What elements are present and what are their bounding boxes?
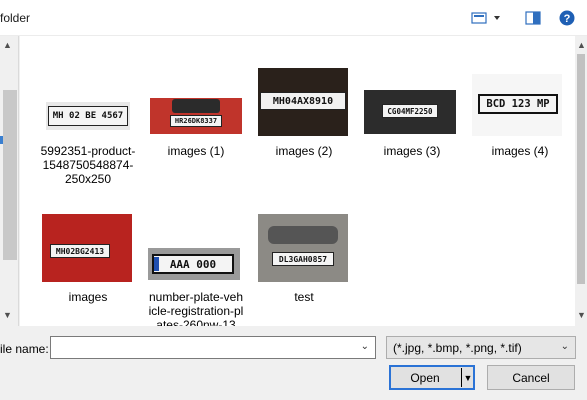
- plate-text: MH02BG2413: [50, 244, 110, 258]
- scroll-down-icon[interactable]: ▼: [577, 310, 586, 320]
- file-thumbnail: MH02BG2413: [40, 214, 136, 286]
- file-caption: 5992351-product-1548750548874-250x250: [40, 144, 136, 186]
- help-button[interactable]: ?: [556, 8, 578, 28]
- open-dropdown-icon[interactable]: ▼: [461, 368, 474, 387]
- cancel-button[interactable]: Cancel: [487, 365, 575, 390]
- file-item[interactable]: MH02BG2413 images: [40, 214, 136, 304]
- file-item[interactable]: MH04AX8910 images (2): [256, 68, 352, 158]
- folder-title-fragment: folder: [0, 11, 31, 25]
- file-item[interactable]: HR26DK8337 images (1): [148, 68, 244, 158]
- change-view-icon: [471, 12, 500, 24]
- plate-text: MH 02 BE 4567: [48, 106, 128, 126]
- file-name-combobox[interactable]: ⌄: [50, 336, 376, 359]
- plate-text: MH04AX8910: [260, 92, 346, 110]
- file-thumbnail: CG04MF2250: [364, 68, 460, 140]
- file-item[interactable]: BCD 123 MP images (4): [472, 68, 568, 158]
- nav-selection-marker: [0, 136, 3, 144]
- plate-text: AAA 000: [152, 254, 234, 274]
- file-type-filter[interactable]: (*.jpg, *.bmp, *.png, *.tif) ⌄: [386, 336, 576, 359]
- file-caption: test: [294, 290, 314, 304]
- file-thumbnail: BCD 123 MP: [472, 68, 568, 140]
- file-caption: number-plate-vehicle-registration-plates…: [148, 290, 244, 326]
- file-caption: images: [68, 290, 108, 304]
- svg-text:?: ?: [564, 13, 571, 25]
- file-caption: images (2): [275, 144, 333, 158]
- file-item[interactable]: DL3GAH0857 test: [256, 214, 352, 304]
- file-list-scrollbar[interactable]: ▲ ▼: [575, 36, 587, 326]
- change-view-button[interactable]: [466, 8, 506, 28]
- file-name-input[interactable]: [51, 337, 351, 358]
- plate-text: DL3GAH0857: [272, 252, 334, 266]
- open-button-label: Open: [410, 370, 440, 385]
- chevron-down-icon[interactable]: ⌄: [361, 341, 369, 352]
- file-name-label: ile name:: [0, 342, 49, 356]
- file-thumbnail: HR26DK8337: [148, 68, 244, 140]
- help-icon: ?: [559, 10, 575, 26]
- plate-text: HR26DK8337: [170, 115, 222, 127]
- file-thumbnail: MH 02 BE 4567: [40, 68, 136, 140]
- toolbar: folder ?: [0, 0, 587, 36]
- file-item[interactable]: AAA 000 number-plate-vehicle-registratio…: [148, 214, 244, 326]
- nav-scrollbar-thumb[interactable]: [3, 90, 17, 260]
- chevron-down-icon: ⌄: [560, 341, 569, 352]
- file-type-filter-text: (*.jpg, *.bmp, *.png, *.tif): [393, 341, 522, 355]
- scrollbar-thumb[interactable]: [577, 54, 585, 284]
- file-thumbnail: AAA 000: [148, 214, 244, 286]
- nav-scroll-up-icon[interactable]: ▲: [3, 40, 12, 50]
- preview-pane-icon: [525, 11, 541, 25]
- file-caption: images (1): [167, 144, 225, 158]
- file-caption: images (3): [383, 144, 441, 158]
- file-caption: images (4): [491, 144, 549, 158]
- preview-pane-button[interactable]: [522, 8, 544, 28]
- plate-text: BCD 123 MP: [478, 94, 558, 114]
- open-button[interactable]: Open ▼: [389, 365, 475, 390]
- file-item[interactable]: MH 02 BE 4567 5992351-product-1548750548…: [40, 68, 136, 186]
- file-list-view[interactable]: MH 02 BE 4567 5992351-product-1548750548…: [20, 36, 575, 326]
- file-thumbnail: MH04AX8910: [256, 68, 352, 140]
- navigation-pane[interactable]: ▲ ▼: [0, 36, 19, 326]
- file-item[interactable]: CG04MF2250 images (3): [364, 68, 460, 158]
- scroll-up-icon[interactable]: ▲: [577, 40, 586, 50]
- nav-scroll-down-icon[interactable]: ▼: [3, 310, 12, 320]
- file-thumbnail: DL3GAH0857: [256, 214, 352, 286]
- plate-text: CG04MF2250: [382, 104, 438, 118]
- cancel-button-label: Cancel: [512, 370, 550, 385]
